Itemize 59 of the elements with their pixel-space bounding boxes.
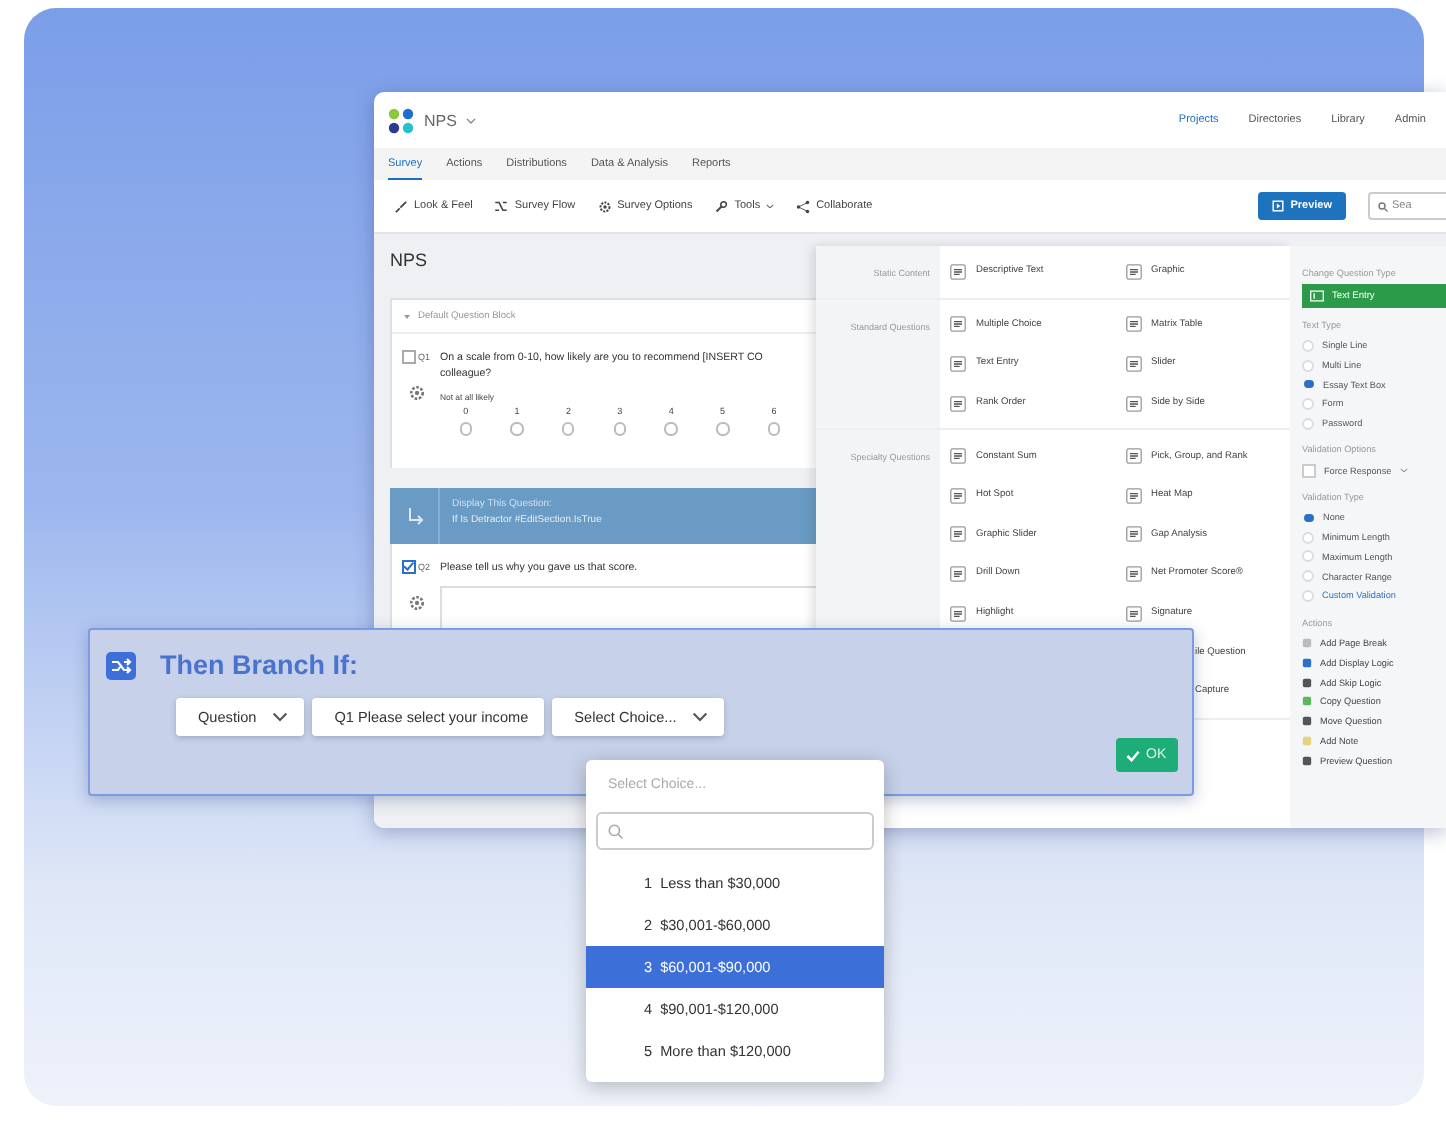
play-icon bbox=[1272, 200, 1285, 212]
square-icon bbox=[1302, 677, 1312, 688]
wrench-icon bbox=[714, 199, 729, 213]
lines-icon bbox=[950, 448, 966, 465]
lines-icon bbox=[950, 526, 966, 543]
radio-button[interactable] bbox=[664, 422, 678, 435]
radio-button[interactable] bbox=[561, 422, 575, 435]
panel-title: Then Branch If: bbox=[160, 650, 359, 680]
radio-button[interactable] bbox=[510, 422, 524, 435]
gear-icon bbox=[407, 593, 425, 611]
square-icon bbox=[1302, 696, 1312, 707]
lines-icon bbox=[1125, 487, 1141, 504]
chevron-down-icon bbox=[1399, 468, 1408, 473]
square-icon bbox=[1302, 735, 1312, 746]
square-icon bbox=[1302, 637, 1312, 648]
lines-icon bbox=[1125, 526, 1141, 543]
gear-icon bbox=[407, 384, 425, 402]
square-icon bbox=[1302, 657, 1312, 668]
lines-icon bbox=[950, 565, 966, 582]
logo-icon bbox=[388, 107, 414, 133]
search-icon bbox=[1378, 201, 1388, 211]
checkbox[interactable] bbox=[401, 559, 416, 573]
lines-icon bbox=[1125, 395, 1141, 412]
gear-icon bbox=[597, 199, 612, 213]
share-icon bbox=[796, 199, 811, 213]
square-icon bbox=[1302, 755, 1312, 766]
search-field[interactable] bbox=[596, 812, 874, 850]
radio-button[interactable] bbox=[459, 422, 473, 435]
lines-icon bbox=[950, 487, 966, 504]
check-icon bbox=[1126, 749, 1140, 761]
caret-down-icon bbox=[404, 313, 410, 319]
lines-icon bbox=[950, 395, 966, 412]
square-icon bbox=[1302, 716, 1312, 727]
branch-icon bbox=[494, 199, 509, 213]
lines-icon bbox=[950, 355, 966, 372]
answer-box[interactable] bbox=[440, 585, 816, 633]
brush-icon bbox=[394, 199, 408, 213]
lines-icon bbox=[950, 263, 966, 280]
survey-title: NPS bbox=[390, 250, 430, 274]
arrow-icon bbox=[405, 505, 423, 525]
radio-button[interactable] bbox=[1304, 513, 1313, 523]
lines-icon bbox=[1125, 565, 1141, 582]
lines-icon bbox=[1125, 605, 1141, 622]
branch-icon bbox=[106, 651, 136, 679]
radio-button[interactable] bbox=[716, 422, 730, 435]
lines-icon bbox=[950, 605, 966, 622]
lines-icon bbox=[1125, 448, 1141, 465]
project-title[interactable]: NPS bbox=[424, 111, 457, 129]
text-field-icon bbox=[1310, 290, 1324, 302]
checkbox[interactable] bbox=[401, 350, 416, 364]
lines-icon bbox=[1125, 316, 1141, 333]
search-icon bbox=[608, 823, 624, 839]
lines-icon bbox=[950, 316, 966, 333]
lines-icon bbox=[1125, 263, 1141, 280]
radio-button[interactable] bbox=[613, 422, 627, 435]
radio-button[interactable] bbox=[767, 422, 781, 435]
radio-button[interactable] bbox=[1304, 379, 1313, 389]
chevron-down-icon bbox=[466, 117, 477, 123]
lines-icon bbox=[1125, 355, 1141, 372]
